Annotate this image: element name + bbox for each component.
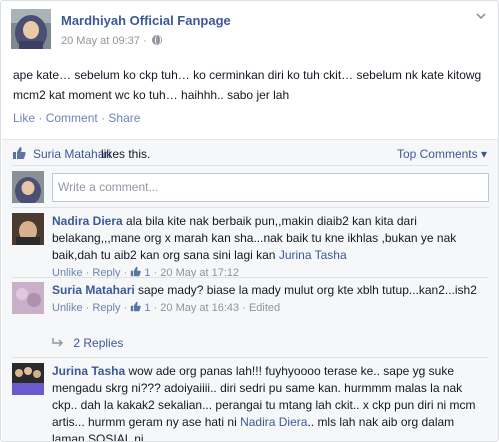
avatar[interactable] (12, 363, 44, 395)
thumbs-up-icon (131, 301, 141, 312)
comment-input[interactable]: Write a comment... (52, 173, 489, 202)
comment-item: Suria Matahari sape mady? biase la mady … (12, 282, 489, 330)
reply-arrow-icon (52, 338, 63, 347)
post-timestamp[interactable]: 20 May at 09:37 · (61, 35, 162, 47)
share-link[interactable]: Share (108, 111, 140, 125)
comment-body: Jurina Tasha wow ade org panas lah!!! fu… (52, 363, 489, 441)
mention-link[interactable]: Nadira Diera (240, 415, 307, 429)
post-header: Mardhiyah Official Fanpage 20 May at 09:… (11, 9, 488, 53)
avatar[interactable] (12, 282, 44, 314)
commenter-avatar-image (12, 213, 44, 245)
commenter-name[interactable]: Suria Matahari (52, 283, 135, 297)
unlike-link[interactable]: Unlike (52, 302, 83, 314)
commenter-name[interactable]: Nadira Diera (52, 214, 123, 228)
thumbs-up-icon (131, 266, 141, 277)
top-comments-dropdown[interactable]: Top Comments ▾ (397, 147, 487, 161)
post-message: ape kate… sebelum ko ckp tuh… ko cermink… (13, 68, 482, 102)
like-count[interactable]: 1 (144, 302, 150, 314)
page-avatar[interactable] (11, 9, 51, 49)
comment-text: sape mady? biase la mady mulut org kte x… (138, 283, 477, 297)
globe-icon (151, 35, 162, 45)
divider (12, 357, 489, 358)
page-avatar-image (11, 9, 51, 49)
comment-time[interactable]: 20 May at 16:43 (160, 302, 239, 314)
chevron-down-icon[interactable] (474, 11, 488, 25)
post-card: Mardhiyah Official Fanpage 20 May at 09:… (0, 0, 499, 442)
divider (12, 277, 489, 278)
view-replies-link[interactable]: 2 Replies (52, 336, 123, 350)
meta-dot: · (153, 302, 158, 314)
post-time[interactable]: 20 May at 09:37 (61, 35, 140, 47)
comment-item: Nadira Diera ala bila kite nak berbaik p… (12, 213, 489, 279)
comment-body: Nadira Diera ala bila kite nak berbaik p… (52, 213, 489, 282)
commenter-avatar-image (12, 282, 44, 314)
comments-section: Suria Matahari likes this. Top Comments … (2, 139, 498, 441)
like-link[interactable]: Like (13, 111, 35, 125)
action-dot: · (38, 111, 43, 125)
divider (12, 207, 489, 208)
user-avatar-image (12, 171, 44, 203)
comment-body: Suria Matahari sape mady? biase la mady … (52, 282, 489, 317)
comment-meta: Unlike · Reply · 1 · 20 May at 16:43 · E… (52, 300, 489, 317)
mention-link[interactable]: Jurina Tasha (279, 248, 347, 262)
meta-dot: · (85, 302, 90, 314)
avatar[interactable] (12, 171, 44, 203)
edited-label[interactable]: Edited (249, 302, 280, 314)
reply-link[interactable]: Reply (92, 302, 120, 314)
thumbs-up-icon (13, 147, 26, 159)
comment-link[interactable]: Comment (46, 111, 98, 125)
meta-separator: · (142, 35, 147, 47)
comment-item: Jurina Tasha wow ade org panas lah!!! fu… (12, 363, 489, 441)
action-dot: · (101, 111, 106, 125)
page-name-link[interactable]: Mardhiyah Official Fanpage (61, 13, 231, 28)
likes-summary: Suria Matahari likes this. Top Comments … (12, 146, 489, 162)
meta-dot: · (123, 302, 128, 314)
post-actions: Like · Comment · Share (13, 111, 140, 125)
divider (12, 165, 489, 166)
commenter-name[interactable]: Jurina Tasha (52, 364, 125, 378)
replies-count[interactable]: 2 Replies (73, 336, 123, 350)
liker-name[interactable]: Suria Matahari (33, 147, 111, 161)
commenter-avatar-image (12, 363, 44, 395)
meta-dot: · (242, 302, 246, 314)
comment-meta: Unlike · Reply · 1 · 20 May at 17:12 (52, 265, 489, 282)
likes-suffix: likes this. (101, 147, 151, 161)
avatar[interactable] (12, 213, 44, 245)
